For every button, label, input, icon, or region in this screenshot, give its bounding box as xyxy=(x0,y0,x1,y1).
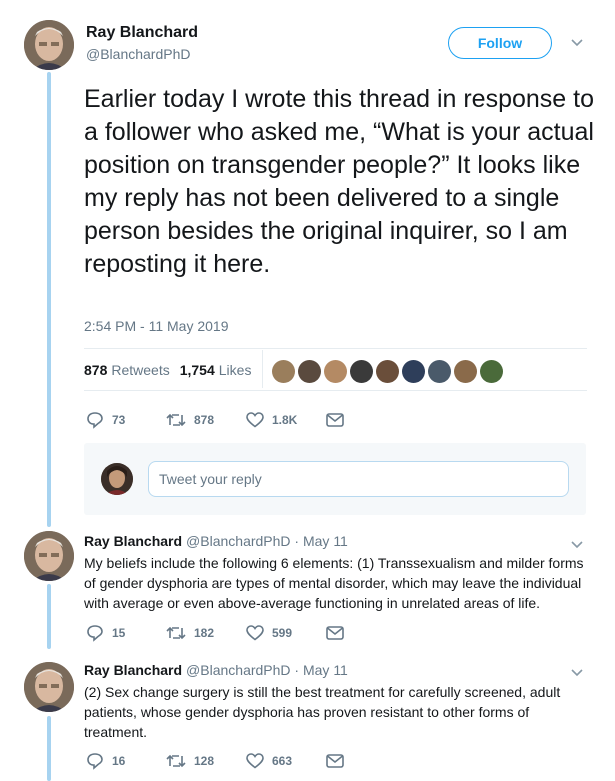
retweet-icon xyxy=(166,754,186,768)
retweet-button[interactable]: 128 xyxy=(166,753,246,769)
reply-meta[interactable]: @BlanchardPhD · May 11 xyxy=(186,660,348,680)
reply-input[interactable] xyxy=(148,461,569,497)
liker-avatar[interactable] xyxy=(428,360,451,383)
liker-avatar[interactable] xyxy=(298,360,321,383)
reply-tweet[interactable]: Ray Blanchard @BlanchardPhD · May 11 (2)… xyxy=(84,660,594,742)
envelope-icon xyxy=(326,754,344,768)
retweet-button[interactable]: 182 xyxy=(166,625,246,641)
reply-author-name[interactable]: Ray Blanchard xyxy=(84,660,182,680)
retweet-button[interactable]: 878 xyxy=(166,412,246,428)
divider xyxy=(84,348,587,349)
tweet-text: Earlier today I wrote this thread in res… xyxy=(84,85,594,278)
like-button[interactable]: 599 xyxy=(246,625,326,641)
tweet-actions: 73 878 1.8K xyxy=(86,411,406,429)
reply-button[interactable]: 16 xyxy=(86,752,166,770)
chevron-down-icon[interactable] xyxy=(570,540,584,550)
dm-button[interactable] xyxy=(326,626,406,640)
likes-count: 1,754 xyxy=(179,362,215,378)
dm-button[interactable] xyxy=(326,754,406,768)
reply-text: (2) Sex change surgery is still the best… xyxy=(84,684,561,740)
reply-tweet[interactable]: Ray Blanchard @BlanchardPhD · May 11 My … xyxy=(84,531,594,613)
reply-count: 15 xyxy=(112,626,126,640)
like-count: 663 xyxy=(272,754,293,768)
chevron-down-icon[interactable] xyxy=(570,38,584,48)
reply-button[interactable]: 15 xyxy=(86,624,166,642)
likes-label: Likes xyxy=(218,362,252,378)
reply-meta[interactable]: @BlanchardPhD · May 11 xyxy=(186,531,348,551)
retweets-count: 878 xyxy=(84,362,108,378)
heart-icon xyxy=(246,753,264,769)
liker-avatar[interactable] xyxy=(272,360,295,383)
dm-button[interactable] xyxy=(326,413,406,427)
retweet-icon xyxy=(166,626,186,640)
follow-button[interactable]: Follow xyxy=(448,27,552,59)
like-button[interactable]: 663 xyxy=(246,753,326,769)
liker-avatar[interactable] xyxy=(376,360,399,383)
chevron-down-icon[interactable] xyxy=(570,668,584,678)
thread-line xyxy=(47,716,51,781)
envelope-icon xyxy=(326,626,344,640)
reply-actions: 15 182 599 xyxy=(86,624,406,642)
reply-button[interactable]: 73 xyxy=(86,411,166,429)
heart-icon xyxy=(246,412,264,428)
user-avatar xyxy=(101,463,133,495)
retweet-icon xyxy=(166,413,186,427)
retweet-count: 182 xyxy=(194,626,215,640)
divider xyxy=(84,390,587,391)
reply-count: 73 xyxy=(112,413,126,427)
author-avatar[interactable] xyxy=(24,20,74,70)
reply-author-name[interactable]: Ray Blanchard xyxy=(84,531,182,551)
retweets-label: Retweets xyxy=(111,362,170,378)
retweets-stat[interactable]: 878 Retweets xyxy=(84,362,170,378)
likes-stat[interactable]: 1,754 Likes xyxy=(180,362,252,378)
like-count: 599 xyxy=(272,626,293,640)
liker-avatar[interactable] xyxy=(402,360,425,383)
liker-avatar[interactable] xyxy=(454,360,477,383)
heart-icon xyxy=(246,625,264,641)
reply-author-avatar[interactable] xyxy=(24,531,74,581)
thread-line xyxy=(47,72,51,527)
thread-line xyxy=(47,584,51,649)
author-name[interactable]: Ray Blanchard xyxy=(86,24,198,42)
liker-avatar[interactable] xyxy=(324,360,347,383)
reply-icon xyxy=(87,412,103,429)
tweet-timestamp[interactable]: 2:54 PM - 11 May 2019 xyxy=(84,318,228,334)
like-count: 1.8K xyxy=(272,413,298,427)
retweet-count: 128 xyxy=(194,754,215,768)
retweet-count: 878 xyxy=(194,413,215,427)
reply-actions: 16 128 663 xyxy=(86,752,406,770)
reply-text: My beliefs include the following 6 eleme… xyxy=(84,555,584,611)
reply-icon xyxy=(87,625,103,642)
liker-avatar[interactable] xyxy=(480,360,503,383)
tweet-stats: 878 Retweets 1,754 Likes xyxy=(84,362,261,378)
liker-avatar[interactable] xyxy=(350,360,373,383)
reply-count: 16 xyxy=(112,754,126,768)
reply-icon xyxy=(87,753,103,770)
reply-author-avatar[interactable] xyxy=(24,662,74,712)
like-button[interactable]: 1.8K xyxy=(246,412,326,428)
divider xyxy=(262,350,263,388)
author-handle[interactable]: @BlanchardPhD xyxy=(86,46,191,62)
liker-avatars xyxy=(272,360,506,383)
envelope-icon xyxy=(326,413,344,427)
